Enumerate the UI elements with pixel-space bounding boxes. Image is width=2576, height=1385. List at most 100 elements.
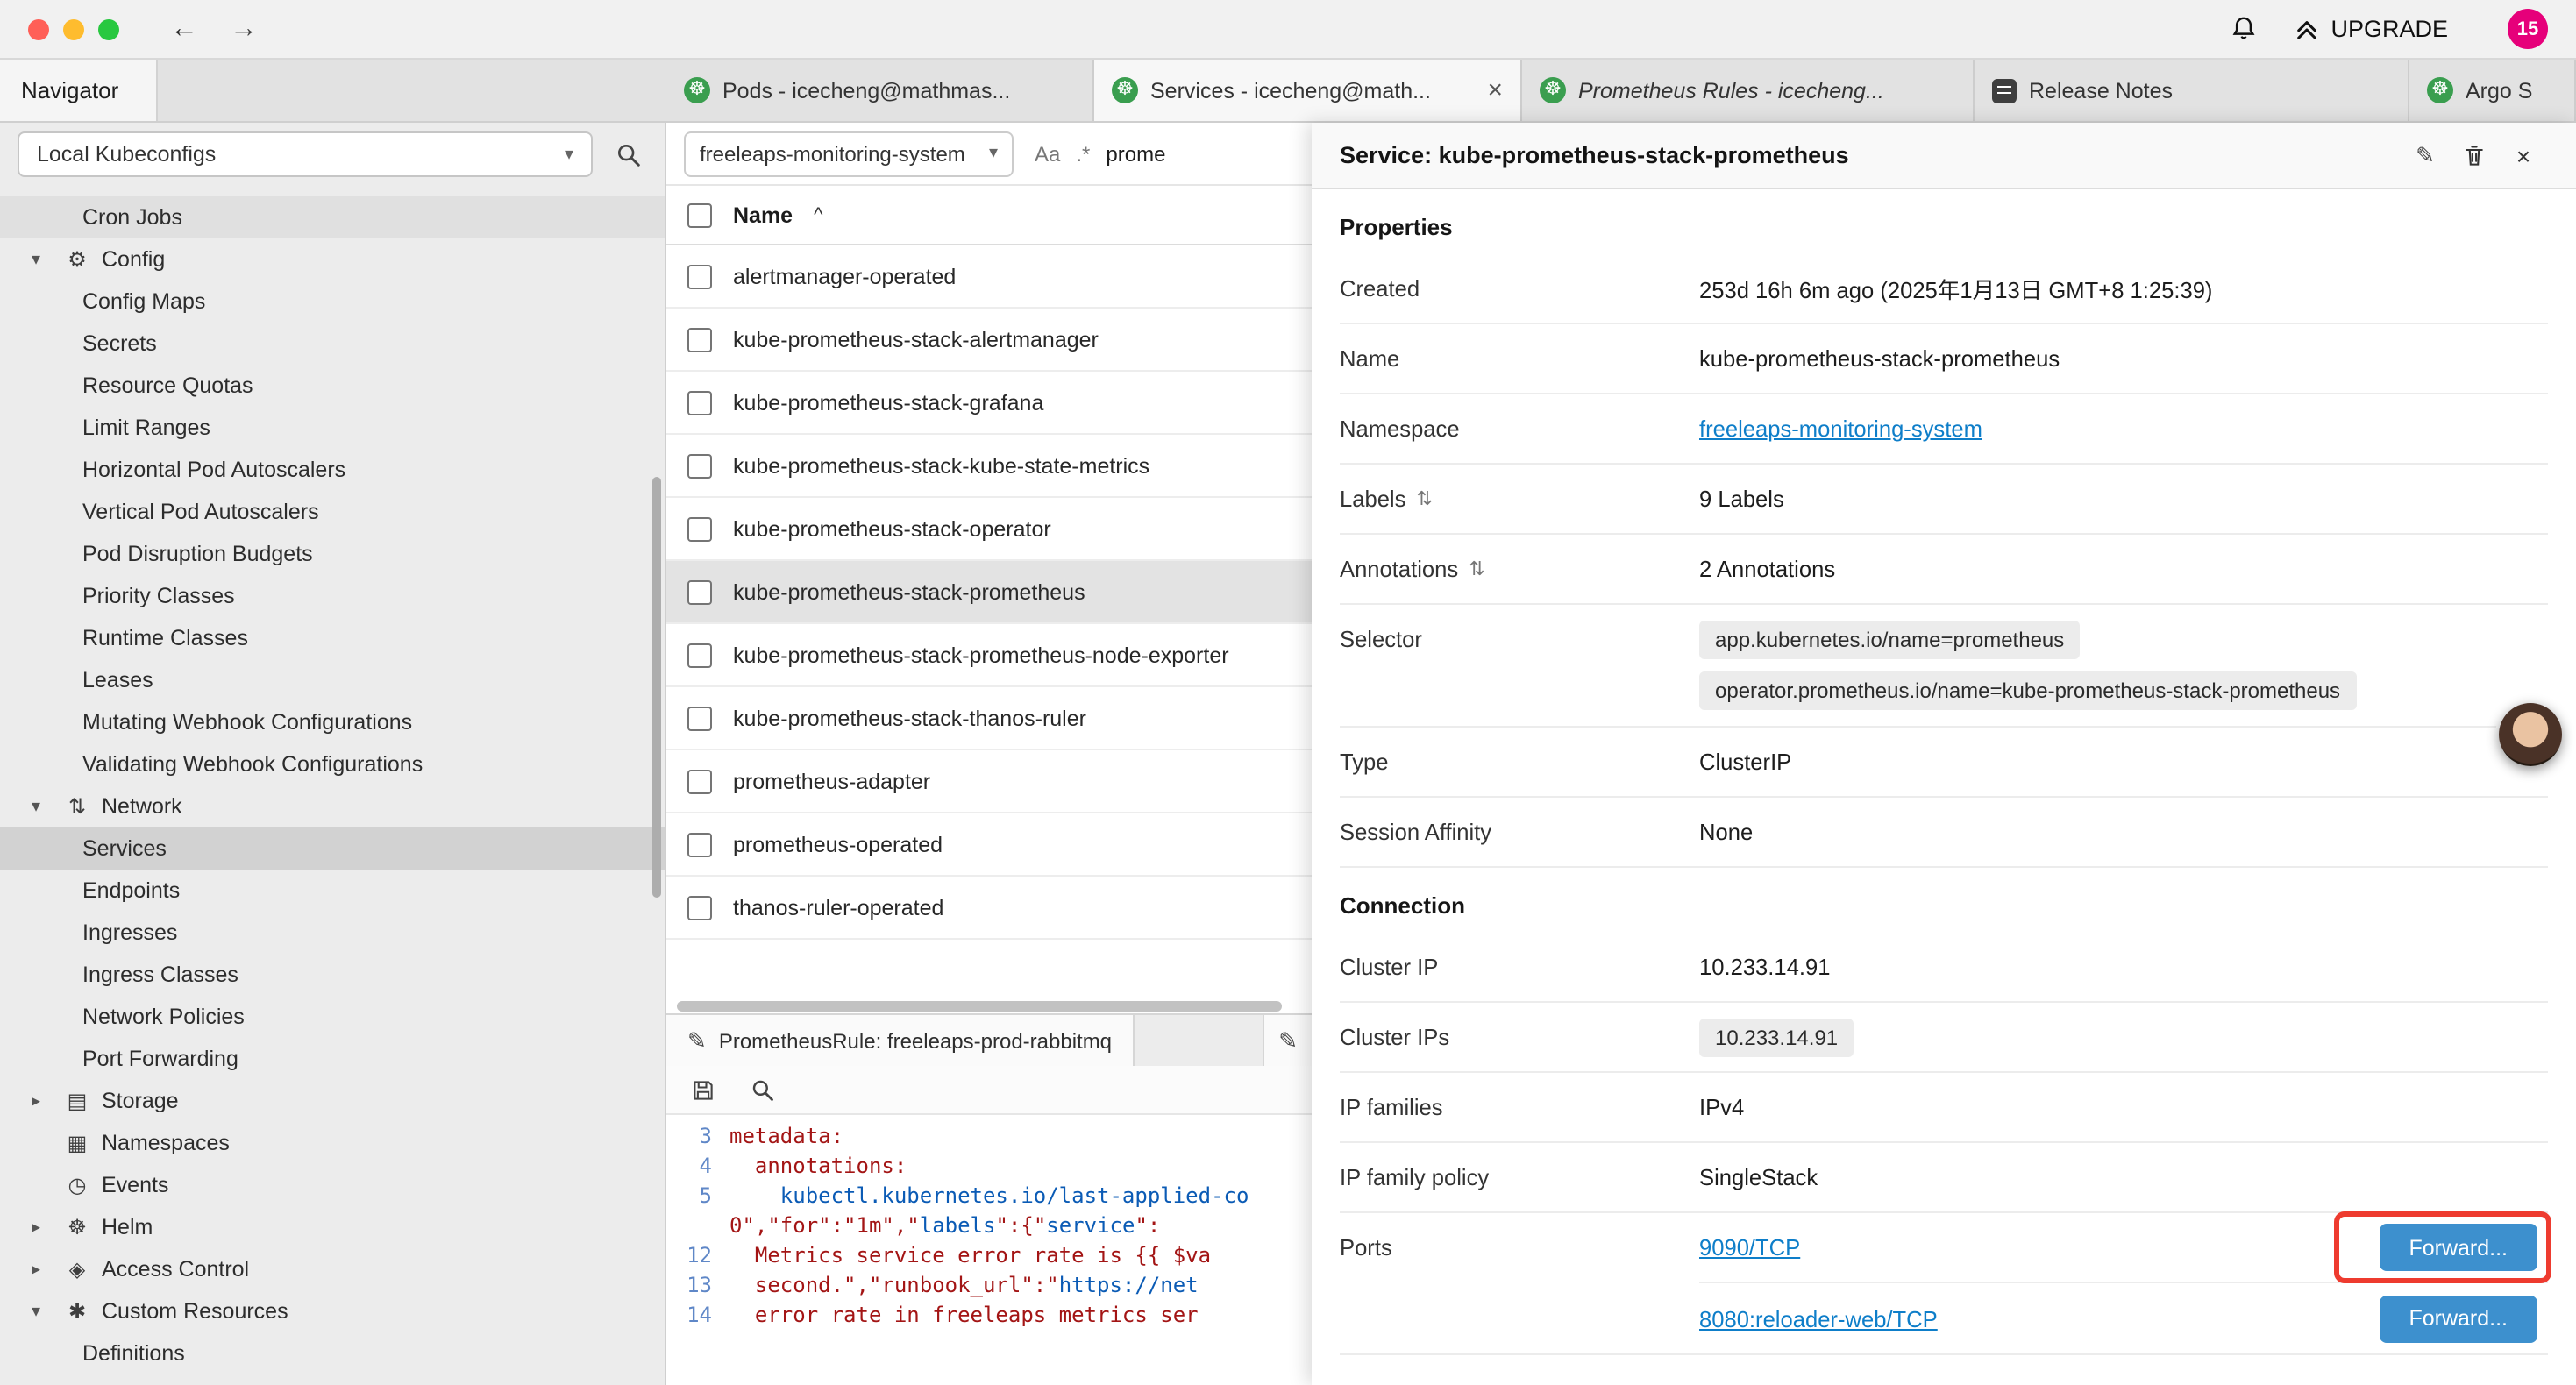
row-checkbox[interactable] (687, 895, 712, 920)
tab-label: Argo S (2466, 78, 2557, 103)
select-all-checkbox[interactable] (687, 202, 712, 227)
sidebar-item-access-control[interactable]: ▸◈Access Control (0, 1248, 665, 1290)
notifications-bell-icon[interactable] (2231, 16, 2257, 42)
edit-service-button[interactable]: ✎ (2401, 141, 2450, 169)
back-button[interactable]: ← (165, 13, 203, 45)
namespace-filter-select[interactable]: freeleaps-monitoring-system ▾ (684, 131, 1014, 176)
row-checkbox[interactable] (687, 390, 712, 415)
regex-toggle[interactable]: .* (1076, 141, 1090, 166)
sidebar-item-resource-quotas[interactable]: Resource Quotas (0, 365, 665, 407)
table-row-kube-prometheus-stack-thanos-ruler[interactable]: kube-prometheus-stack-thanos-ruler (666, 687, 1312, 750)
row-checkbox[interactable] (687, 453, 712, 478)
kubeconfig-select[interactable]: Local Kubeconfigs ▾ (18, 131, 593, 177)
sidebar-item-namespaces[interactable]: ▦Namespaces (0, 1122, 665, 1164)
delete-service-button[interactable] (2450, 143, 2499, 167)
sidebar-item-cron-jobs[interactable]: Cron Jobs (0, 196, 665, 238)
sidebar-item-limit-ranges[interactable]: Limit Ranges (0, 407, 665, 449)
upgrade-button[interactable]: UPGRADE (2295, 16, 2448, 42)
sidebar-search-button[interactable] (608, 135, 647, 174)
match-case-toggle[interactable]: Aa (1035, 141, 1060, 166)
forward-button[interactable]: → (224, 13, 263, 45)
storage-icon: ▤ (63, 1089, 91, 1113)
dock-tab-prometheusrule[interactable]: ✎ PrometheusRule: freeleaps-prod-rabbitm… (666, 1015, 1135, 1066)
sidebar-item-leases[interactable]: Leases (0, 659, 665, 701)
sidebar-item-custom-resources[interactable]: ▾✱Custom Resources (0, 1290, 665, 1332)
tab-close-icon[interactable]: × (1487, 75, 1503, 105)
table-row-kube-prometheus-stack-operator[interactable]: kube-prometheus-stack-operator (666, 498, 1312, 561)
sidebar-item-events[interactable]: ◷Events (0, 1164, 665, 1206)
table-row-kube-prometheus-stack-kube-state-metrics[interactable]: kube-prometheus-stack-kube-state-metrics (666, 435, 1312, 498)
sidebar-item-vertical-pod-autoscalers[interactable]: Vertical Pod Autoscalers (0, 491, 665, 533)
detail-row-namespace: Namespacefreeleaps-monitoring-system (1340, 394, 2548, 465)
sidebar-item-config[interactable]: ▾⚙Config (0, 238, 665, 281)
sidebar-item-ingress-classes[interactable]: Ingress Classes (0, 954, 665, 996)
sidebar-item-label: Network Policies (82, 1005, 245, 1029)
sidebar-item-ingresses[interactable]: Ingresses (0, 912, 665, 954)
table-row-alertmanager-operated[interactable]: alertmanager-operated (666, 245, 1312, 309)
row-checkbox[interactable] (687, 516, 712, 541)
tab-argo-s[interactable]: ☸Argo S (2409, 60, 2576, 121)
sidebar-item-port-forwarding[interactable]: Port Forwarding (0, 1038, 665, 1080)
row-checkbox[interactable] (687, 579, 712, 604)
namespace-link[interactable]: freeleaps-monitoring-system (1699, 416, 2548, 442)
close-window-button[interactable] (28, 18, 49, 39)
sidebar-item-storage[interactable]: ▸▤Storage (0, 1080, 665, 1122)
row-checkbox[interactable] (687, 769, 712, 793)
sidebar-item-services[interactable]: Services (0, 827, 665, 870)
row-checkbox[interactable] (687, 706, 712, 730)
table-row-thanos-ruler-operated[interactable]: thanos-ruler-operated (666, 877, 1312, 940)
row-checkbox[interactable] (687, 832, 712, 856)
row-checkbox[interactable] (687, 264, 712, 288)
table-row-kube-prometheus-stack-grafana[interactable]: kube-prometheus-stack-grafana (666, 372, 1312, 435)
port-forward-link[interactable]: 9090/TCP (1699, 1234, 1800, 1261)
forward-button[interactable]: Forward... (2379, 1295, 2537, 1342)
tab-pods-icecheng-mathmas[interactable]: ☸Pods - icecheng@mathmas... (666, 60, 1094, 121)
table-search-input[interactable]: Aa .* prome (1035, 141, 1294, 166)
row-checkbox[interactable] (687, 643, 712, 667)
editor-search-button[interactable] (744, 1070, 782, 1109)
table-row-kube-prometheus-stack-alertmanager[interactable]: kube-prometheus-stack-alertmanager (666, 309, 1312, 372)
sidebar-item-endpoints[interactable]: Endpoints (0, 870, 665, 912)
minimize-window-button[interactable] (63, 18, 84, 39)
tab-prometheus-rules-icecheng[interactable]: ☸Prometheus Rules - icecheng... (1522, 60, 1975, 121)
editor-line: 13 second.","runbook_url":"https://net (666, 1271, 1312, 1301)
sidebar-item-horizontal-pod-autoscalers[interactable]: Horizontal Pod Autoscalers (0, 449, 665, 491)
forward-button[interactable]: Forward... (2379, 1224, 2537, 1271)
sidebar-item-mutating-webhook-configurations[interactable]: Mutating Webhook Configurations (0, 701, 665, 743)
table-row-prometheus-adapter[interactable]: prometheus-adapter (666, 750, 1312, 813)
expand-toggle-icon[interactable]: ⇅ (1416, 487, 1432, 510)
port-forward-link[interactable]: 8080:reloader-web/TCP (1699, 1305, 1938, 1332)
sidebar-item-validating-webhook-configurations[interactable]: Validating Webhook Configurations (0, 743, 665, 785)
tab-services-icecheng-math[interactable]: ☸Services - icecheng@math...× (1094, 60, 1522, 121)
column-header-name[interactable]: Name (733, 202, 793, 227)
editor-content[interactable]: 3metadata:4 annotations:5 kubectl.kubern… (666, 1115, 1312, 1385)
dock-tab-partial[interactable]: ✎ (1263, 1015, 1312, 1066)
sidebar-item-label: Secrets (82, 331, 157, 356)
detail-body: PropertiesCreated253d 16h 6m ago (2025年1… (1312, 189, 2576, 1385)
sidebar-item-label: Network (102, 794, 182, 819)
sidebar-item-secrets[interactable]: Secrets (0, 323, 665, 365)
sidebar-item-priority-classes[interactable]: Priority Classes (0, 575, 665, 617)
save-button[interactable] (684, 1070, 722, 1109)
notification-count-badge[interactable]: 15 (2508, 9, 2548, 49)
table-row-prometheus-operated[interactable]: prometheus-operated (666, 813, 1312, 877)
sidebar-item-helm[interactable]: ▸☸Helm (0, 1206, 665, 1248)
close-drawer-button[interactable]: × (2499, 141, 2548, 169)
window-controls (28, 18, 119, 39)
user-avatar[interactable] (2499, 703, 2562, 766)
row-checkbox[interactable] (687, 327, 712, 352)
expand-toggle-icon[interactable]: ⇅ (1469, 558, 1484, 580)
sidebar-item-network-policies[interactable]: Network Policies (0, 996, 665, 1038)
service-name: kube-prometheus-stack-prometheus (733, 579, 1085, 604)
sidebar-item-network[interactable]: ▾⇅Network (0, 785, 665, 827)
sidebar-item-runtime-classes[interactable]: Runtime Classes (0, 617, 665, 659)
tab-release-notes[interactable]: Release Notes (1975, 60, 2409, 121)
sidebar-item-pod-disruption-budgets[interactable]: Pod Disruption Budgets (0, 533, 665, 575)
sidebar-item-config-maps[interactable]: Config Maps (0, 281, 665, 323)
table-row-kube-prometheus-stack-prometheus[interactable]: kube-prometheus-stack-prometheus (666, 561, 1312, 624)
sidebar-item-definitions[interactable]: Definitions (0, 1332, 665, 1374)
horizontal-scrollbar-thumb[interactable] (677, 1001, 1283, 1012)
sidebar-scrollbar[interactable] (652, 477, 661, 898)
maximize-window-button[interactable] (98, 18, 119, 39)
table-row-kube-prometheus-stack-prometheus-node-exporter[interactable]: kube-prometheus-stack-prometheus-node-ex… (666, 624, 1312, 687)
